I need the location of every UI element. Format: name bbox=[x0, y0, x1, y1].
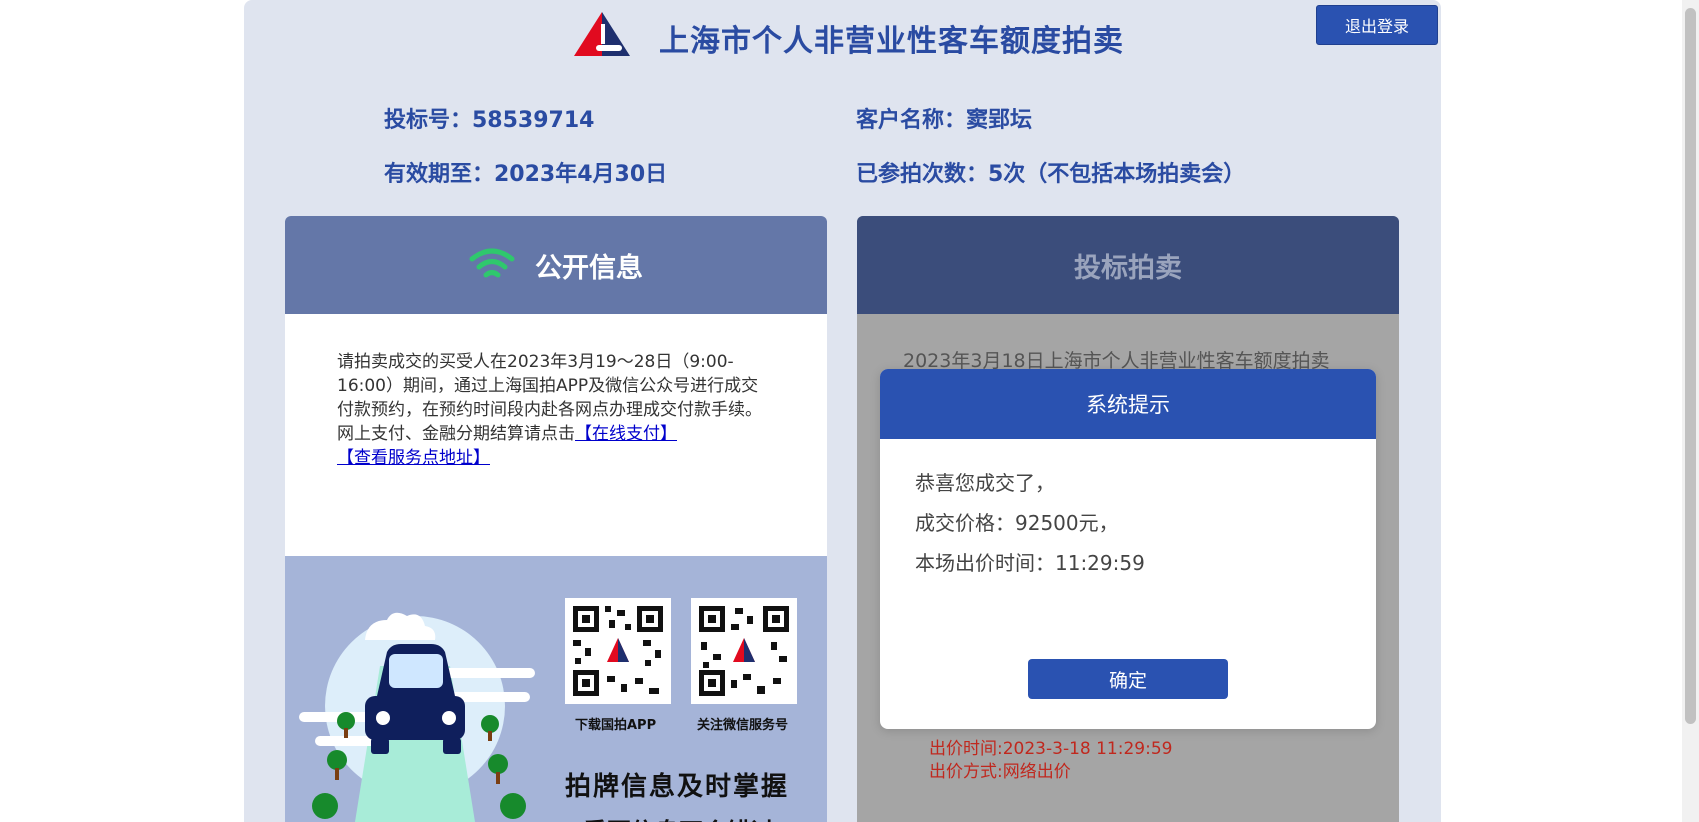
service-point-link[interactable]: 【查看服务点地址】 bbox=[337, 448, 490, 468]
dialog-congrats: 恭喜您成交了， bbox=[915, 471, 1055, 495]
dialog-price: 成交价格：92500元， bbox=[915, 511, 1119, 535]
qr-wechat-caption: 关注微信服务号 bbox=[697, 718, 789, 733]
bid-time: 出价时间:2023-3-18 11:29:59 bbox=[929, 739, 1173, 759]
scrollbar-thumb[interactable] bbox=[1685, 8, 1696, 724]
page-scrollbar[interactable] bbox=[1682, 0, 1699, 822]
payment-prefix: 网上支付、金融分期结算请点击 bbox=[337, 424, 575, 444]
public-info-title: 公开信息 bbox=[535, 252, 643, 284]
bidding-title: 投标拍卖 bbox=[1074, 252, 1182, 284]
dialog-title: 系统提示 bbox=[880, 369, 1376, 439]
public-info-header: 公开信息 bbox=[285, 216, 827, 314]
online-pay-link[interactable]: 【在线支付】 bbox=[575, 424, 677, 444]
auction-logo-icon bbox=[574, 12, 630, 56]
bid-method: 出价方式:网络出价 bbox=[929, 762, 1071, 782]
customer-name: 客户名称：窦郢坛 bbox=[856, 108, 1033, 133]
participation-count: 已参拍次数：5次（不包括本场拍卖会） bbox=[856, 162, 1246, 187]
qr-app-caption: 下载国拍APP bbox=[575, 718, 657, 733]
system-prompt-dialog: 系统提示 恭喜您成交了， 成交价格：92500元， 本场出价时间：11:29:5… bbox=[880, 369, 1376, 729]
qr-code-app-icon bbox=[565, 598, 671, 704]
confirm-button[interactable]: 确定 bbox=[1028, 659, 1228, 699]
bidding-header: 投标拍卖 bbox=[857, 216, 1399, 314]
public-info-body: 请拍卖成交的买受人在2023年3月19～28日（9:00-16:00）期间，通过… bbox=[285, 314, 827, 522]
payment-notice: 请拍卖成交的买受人在2023年3月19～28日（9:00-16:00）期间，通过… bbox=[337, 352, 762, 420]
car-illustration-icon bbox=[299, 612, 535, 822]
logout-button[interactable]: 退出登录 bbox=[1316, 5, 1438, 45]
wifi-icon bbox=[469, 248, 515, 278]
promo-banner: 下载国拍APP 关注微信服务号 拍牌信息及时掌握 重要信息不会错过 bbox=[285, 556, 827, 822]
promo-slogan-sub: 重要信息不会错过 bbox=[583, 812, 775, 822]
bid-number: 投标号：58539714 bbox=[384, 108, 595, 133]
valid-until: 有效期至：2023年4月30日 bbox=[384, 162, 668, 187]
public-info-panel: 公开信息 请拍卖成交的买受人在2023年3月19～28日（9:00-16:00）… bbox=[285, 216, 827, 822]
dialog-bid-time: 本场出价时间：11:29:59 bbox=[915, 551, 1145, 575]
promo-slogan: 拍牌信息及时掌握 bbox=[565, 772, 790, 802]
page-title: 上海市个人非营业性客车额度拍卖 bbox=[659, 24, 1124, 59]
qr-code-wechat-icon bbox=[691, 598, 797, 704]
